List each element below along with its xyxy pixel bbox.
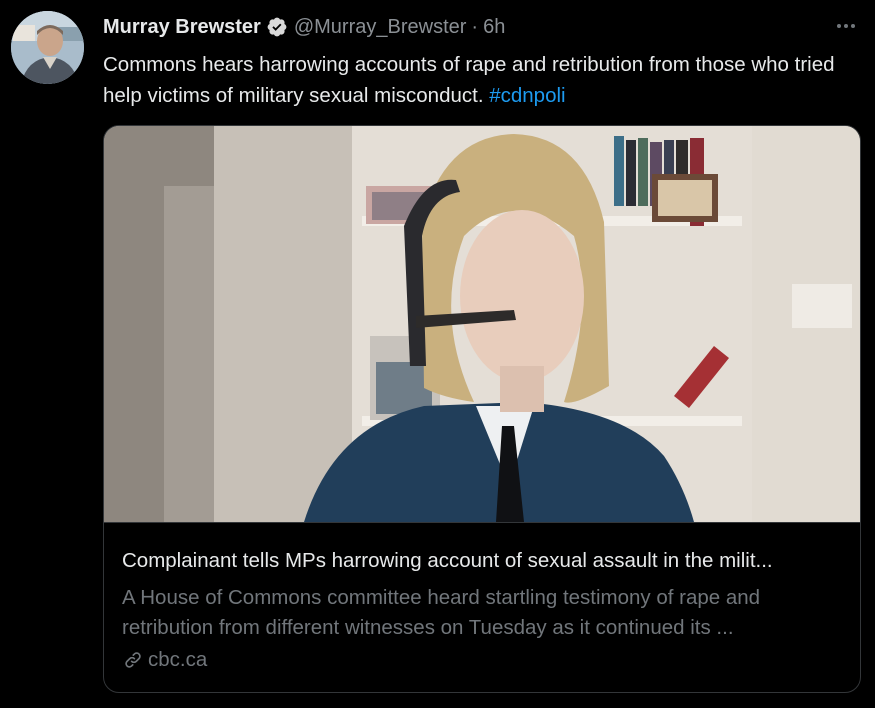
separator-dot: ·: [471, 15, 479, 38]
tweet-body: Commons hears harrowing accounts of rape…: [103, 53, 835, 107]
author-handle[interactable]: @Murray_Brewster: [294, 16, 467, 39]
avatar[interactable]: [11, 11, 84, 84]
card-description: A House of Commons committee heard start…: [122, 586, 761, 639]
link-card[interactable]: Complainant tells MPs harrowing account …: [103, 125, 861, 693]
card-divider: [104, 522, 860, 523]
more-options-button[interactable]: [831, 11, 861, 41]
timestamp[interactable]: 6h: [483, 16, 505, 39]
tweet[interactable]: Murray Brewster @Murray_Brewster · 6h Co…: [0, 0, 875, 708]
tweet-header: Murray Brewster @Murray_Brewster · 6h: [103, 13, 861, 41]
author-name[interactable]: Murray Brewster: [103, 16, 261, 39]
link-icon: [125, 652, 141, 668]
verified-badge-icon: [267, 17, 287, 37]
card-domain[interactable]: cbc.ca: [122, 647, 207, 673]
more-options-icon: [837, 24, 855, 28]
hashtag-link[interactable]: #cdnpoli: [489, 84, 565, 107]
card-image[interactable]: [104, 126, 860, 522]
card-domain-label: cbc.ca: [148, 648, 208, 671]
card-title[interactable]: Complainant tells MPs harrowing account …: [122, 549, 842, 573]
tweet-text: Commons hears harrowing accounts of rape…: [103, 49, 868, 111]
